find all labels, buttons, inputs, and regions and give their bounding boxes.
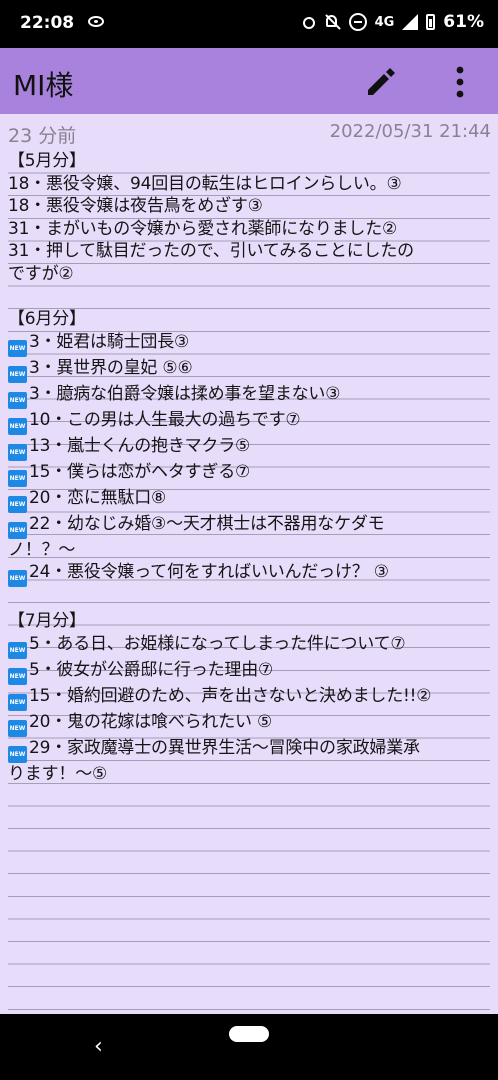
- note-line-text: 29・家政魔導士の異世界生活〜冒険中の家政婦業承: [29, 737, 420, 758]
- note-line: ります！〜⑤: [8, 763, 490, 786]
- note-line-text: 20・恋に無駄口⑧: [29, 487, 167, 508]
- new-badge-icon: NEW: [8, 391, 27, 409]
- note-line: [8, 587, 490, 610]
- new-badge-icon: NEW: [8, 570, 27, 588]
- network-type: 4G: [374, 14, 395, 30]
- note-line: ですが②: [8, 263, 490, 286]
- status-icons: 4G 61%: [302, 12, 484, 32]
- note-line-text: 18・悪役令嬢は夜告鳥をめざす③: [8, 196, 263, 217]
- app-bar: MI様: [0, 48, 498, 114]
- note-line-text: 3・姫君は騎士団長③: [29, 331, 190, 352]
- new-badge-icon: NEW: [8, 443, 27, 461]
- note-line: NEW 15・婚約回避のため、声を出さないと決めました!!②: [8, 685, 490, 711]
- new-badge-icon: NEW: [8, 495, 27, 513]
- note-line-text: 【6月分】: [8, 309, 86, 330]
- note-line-text: 20・鬼の花嫁は喰べられたい ⑤: [29, 711, 273, 732]
- note-line-text: 【7月分】: [8, 610, 86, 631]
- note-line: ノ！？〜: [8, 539, 490, 562]
- note-line: 18・悪役令嬢は夜告鳥をめざす③: [8, 195, 490, 218]
- note-line: 【7月分】: [8, 610, 490, 633]
- note-line: NEW 22・幼なじみ婚③〜天才棋士は不器用なケダモ: [8, 513, 490, 539]
- battery-icon: [426, 14, 436, 30]
- note-line-text: 5・ある日、お姫様になってしまった件について⑦: [29, 633, 406, 654]
- home-pill-icon[interactable]: [229, 1026, 269, 1042]
- new-badge-icon: NEW: [8, 417, 27, 435]
- note-line: NEW 13・嵐士くんの抱きマクラ⑤: [8, 435, 490, 461]
- more-options-button[interactable]: [446, 62, 474, 102]
- note-line-text: 13・嵐士くんの抱きマクラ⑤: [29, 435, 251, 456]
- note-line: NEW 24・悪役令嬢って何をすればいいんだっけ？ ③: [8, 561, 490, 588]
- eye-icon: [88, 16, 104, 27]
- note-meta: 23 分前 2022/05/31 21:44: [0, 114, 498, 148]
- note-line: 31・まがいもの令嬢から愛され薬師になりました②: [8, 218, 490, 241]
- note-line: 【5月分】: [8, 150, 490, 173]
- note-line-text: 10・この男は人生最大の過ちです⑦: [29, 409, 301, 430]
- note-body[interactable]: 【5月分】 18・悪役令嬢、94回目の転生はヒロインらしい。③ 18・悪役令嬢は夜告…: [8, 150, 490, 1010]
- new-badge-icon: NEW: [8, 693, 27, 711]
- new-badge-icon: NEW: [8, 719, 27, 737]
- note-line: NEW 29・家政魔導士の異世界生活〜冒険中の家政婦業承: [8, 737, 490, 763]
- note-line-text: 22・幼なじみ婚③〜天才棋士は不器用なケダモ: [29, 513, 385, 534]
- note-line: NEW 20・恋に無駄口⑧: [8, 487, 490, 513]
- navigation-bar: ‹: [0, 1014, 498, 1080]
- note-line-text: 3・異世界の皇妃 ⑤⑥: [29, 357, 193, 378]
- note-line-text: ります！〜⑤: [8, 763, 108, 784]
- note-line-text: 5・彼女が公爵邸に行った理由⑦: [29, 659, 274, 680]
- new-badge-icon: NEW: [8, 469, 27, 487]
- relative-time: 23 分前: [8, 125, 77, 147]
- note-line: NEW 15・僕らは恋がヘタすぎる⑦: [8, 461, 490, 487]
- signal-icon: [402, 14, 419, 30]
- note-line: NEW 5・彼女が公爵邸に行った理由⑦: [8, 659, 490, 685]
- new-badge-icon: NEW: [8, 339, 27, 357]
- note-title: MI様: [13, 69, 74, 102]
- note-line-text: 24・悪役令嬢って何をすればいいんだっけ？ ③: [29, 562, 389, 583]
- new-badge-icon: NEW: [8, 521, 27, 539]
- note-line-text: 15・婚約回避のため、声を出さないと決めました!!②: [29, 685, 432, 706]
- note-line: 【6月分】: [8, 308, 490, 331]
- pencil-icon: [368, 68, 395, 95]
- note-line-text: ですが②: [8, 263, 74, 284]
- note-line: NEW 3・姫君は騎士団長③: [8, 331, 490, 357]
- note-line: NEW 10・この男は人生最大の過ちです⑦: [8, 409, 490, 435]
- status-time: 22:08: [20, 13, 75, 33]
- note-line-text: 15・僕らは恋がヘタすぎる⑦: [29, 461, 251, 482]
- new-badge-icon: NEW: [8, 365, 27, 383]
- note-line-text: ノ！？〜: [8, 539, 76, 560]
- new-badge-icon: NEW: [8, 745, 27, 763]
- note-line-text: 31・まがいもの令嬢から愛され薬師になりました②: [8, 218, 398, 239]
- new-badge-icon: NEW: [8, 641, 27, 659]
- edit-button[interactable]: [362, 64, 402, 98]
- note-line: [8, 286, 490, 309]
- note-line: 31・押して駄目だったので、引いてみることにしたの: [8, 240, 490, 263]
- note-line-text: 31・押して駄目だったので、引いてみることにしたの: [8, 241, 414, 262]
- back-icon[interactable]: ‹: [94, 1034, 103, 1059]
- note-line: NEW 3・臆病な伯爵令嬢は揉め事を望まない③: [8, 383, 490, 409]
- battery-percent: 61%: [443, 12, 484, 32]
- do-not-disturb-icon: [348, 13, 367, 31]
- note-line-text: 【5月分】: [8, 151, 86, 171]
- note-line: NEW 20・鬼の花嫁は喰べられたい ⑤: [8, 711, 490, 737]
- note-line: 18・悪役令嬢、94回目の転生はヒロインらしい。③: [8, 173, 490, 196]
- bell-off-icon: [323, 13, 341, 31]
- status-bar: 22:08 4G 61%: [0, 0, 498, 48]
- note-line-text: 3・臆病な伯爵令嬢は揉め事を望まない③: [29, 383, 341, 404]
- note-line: NEW 5・ある日、お姫様になってしまった件について⑦: [8, 633, 490, 659]
- note-line: NEW 3・異世界の皇妃 ⑤⑥: [8, 357, 490, 383]
- hotspot-icon: [302, 17, 315, 29]
- new-badge-icon: NEW: [8, 667, 27, 685]
- note-line-text: 18・悪役令嬢、94回目の転生はヒロインらしい。③: [8, 173, 402, 194]
- more-vert-icon: [456, 66, 464, 98]
- timestamp: 2022/05/31 21:44: [329, 121, 491, 142]
